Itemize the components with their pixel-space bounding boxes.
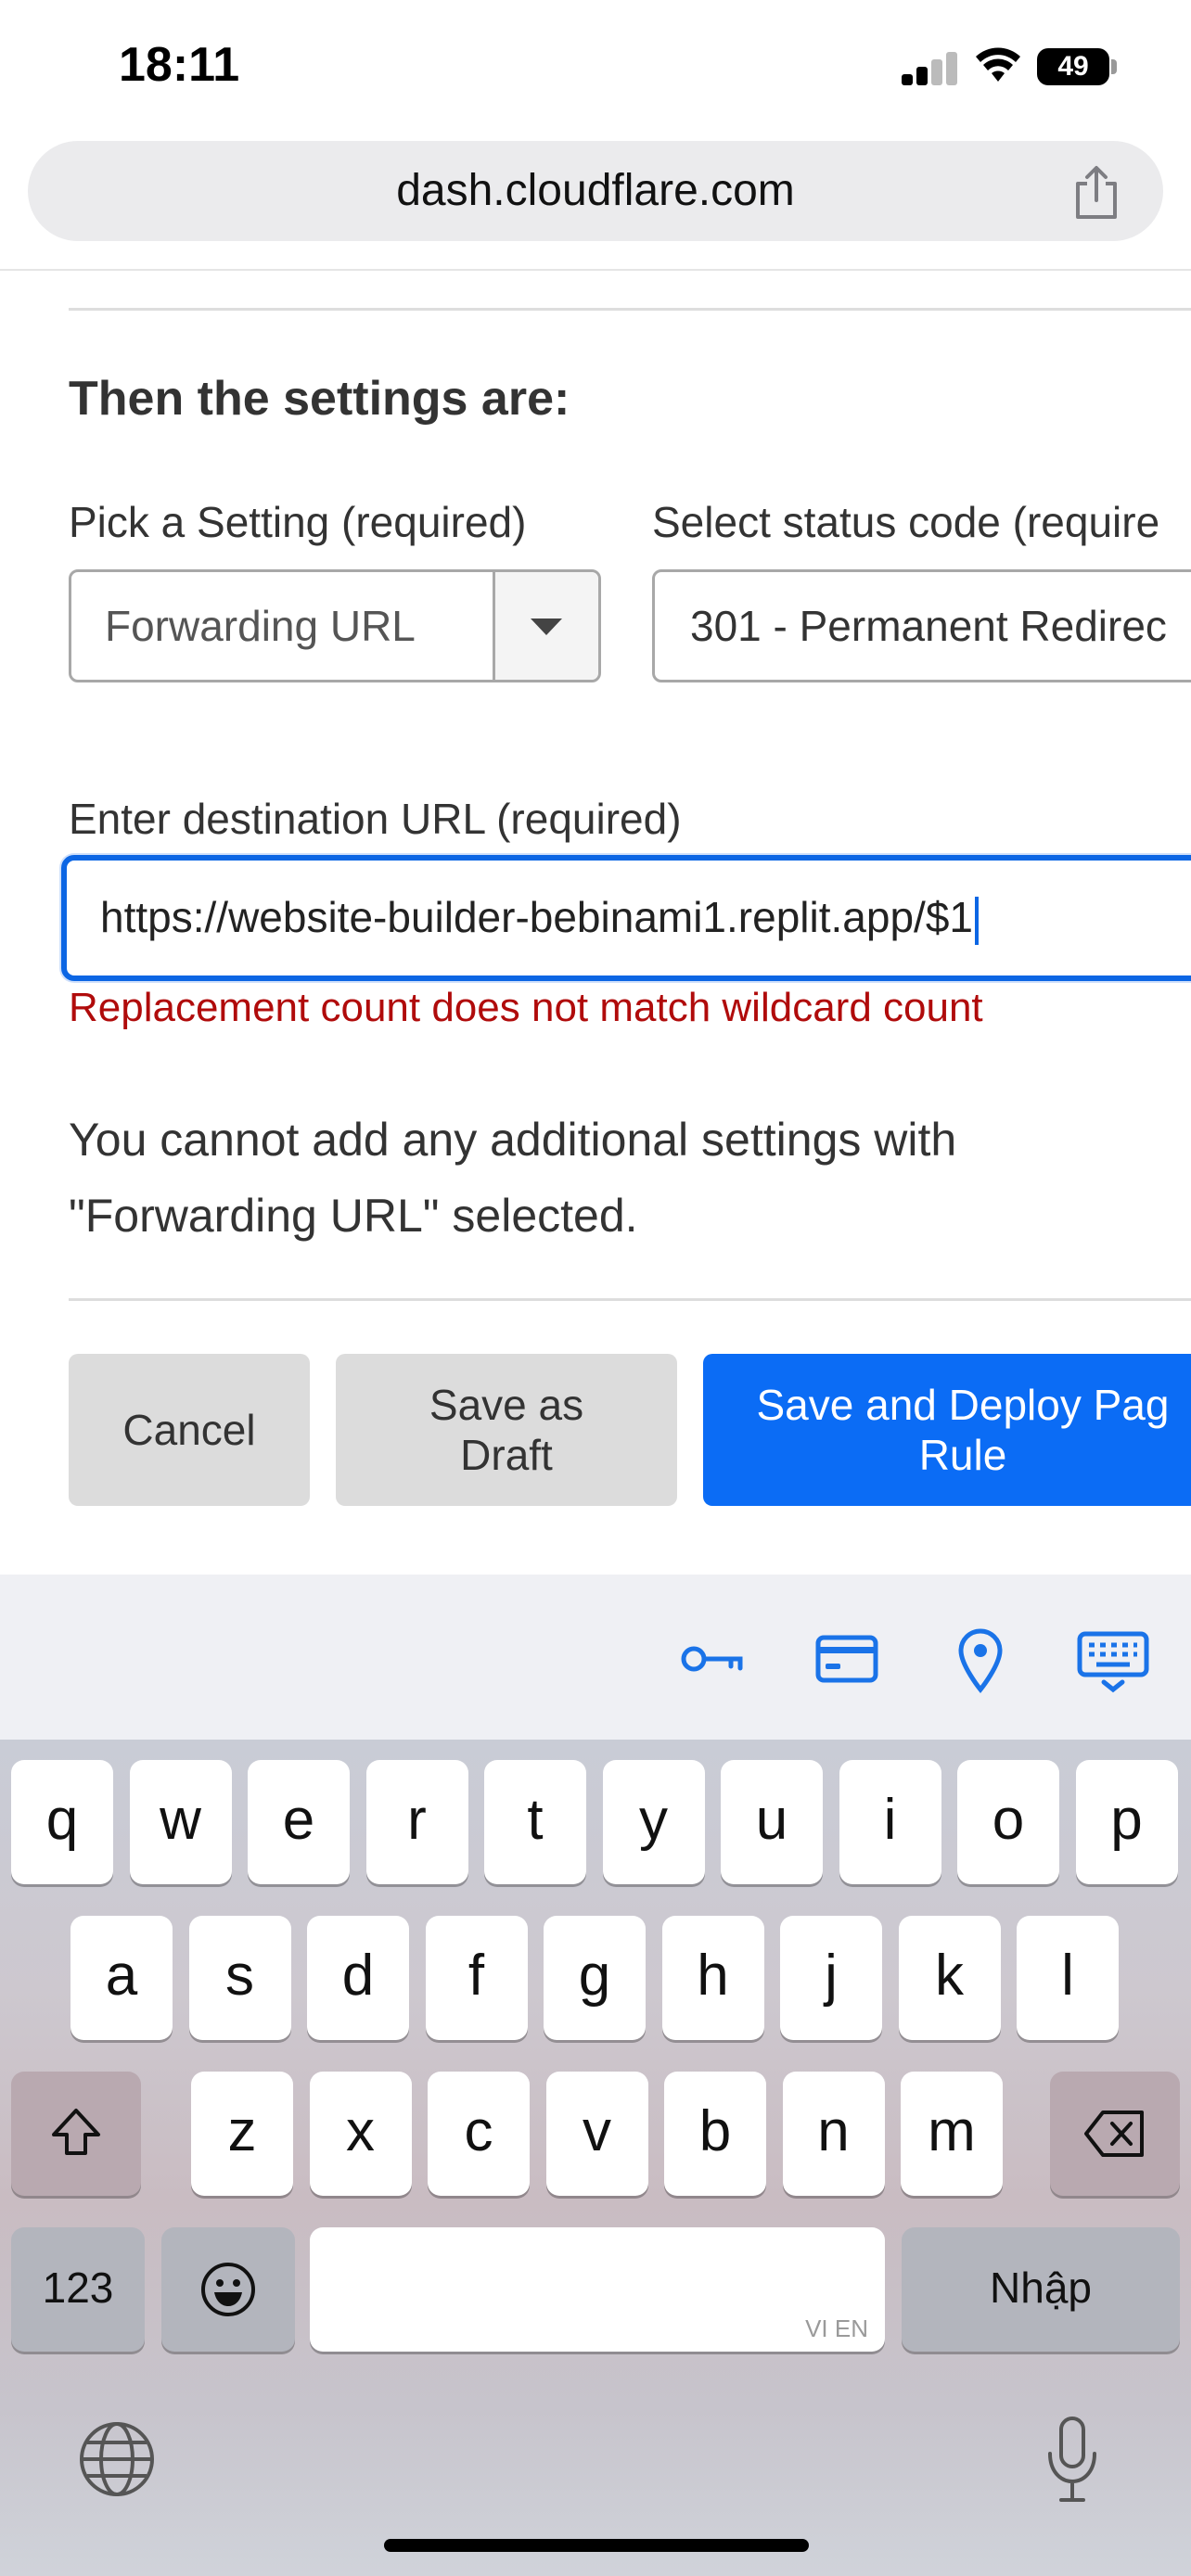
status-time: 18:11 (119, 38, 240, 92)
on-screen-keyboard: qwertyuiop asdfghjkl zxcvbnm 123 VI EN N… (0, 1740, 1191, 2576)
share-icon[interactable] (1070, 165, 1122, 221)
setting-select-toggle[interactable] (493, 572, 598, 680)
save-draft-label-line2: Draft (460, 1431, 553, 1479)
key-h[interactable]: h (661, 1916, 764, 2040)
numbers-key[interactable]: 123 (11, 2227, 145, 2352)
numbers-key-label: 123 (42, 2264, 114, 2312)
destination-url-text: https://website-builder-bebinami1.replit… (100, 893, 973, 941)
status-code-label: Select status code (require (652, 498, 1160, 546)
destination-url-value[interactable]: https://website-builder-bebinami1.replit… (100, 861, 979, 974)
save-and-deploy-button[interactable]: Save and Deploy Pag Rule (703, 1354, 1191, 1506)
location-pin-icon[interactable] (946, 1625, 1015, 1693)
key-w[interactable]: w (129, 1760, 232, 1884)
key-v[interactable]: v (545, 2072, 648, 2196)
key-u[interactable]: u (721, 1760, 823, 1884)
return-key[interactable]: Nhập (902, 2227, 1180, 2352)
emoji-key[interactable] (161, 2227, 295, 2352)
wifi-icon (976, 47, 1020, 82)
backspace-icon (1084, 2111, 1144, 2157)
key-e[interactable]: e (248, 1760, 350, 1884)
autofill-bar (0, 1575, 1191, 1740)
key-c[interactable]: c (428, 2072, 530, 2196)
globe-icon[interactable] (78, 2420, 156, 2498)
key-t[interactable]: t (484, 1760, 586, 1884)
setting-select-value: Forwarding URL (105, 602, 416, 650)
key-z[interactable]: z (191, 2072, 293, 2196)
save-as-draft-button[interactable]: Save as Draft (336, 1354, 677, 1506)
validation-error: Replacement count does not match wildcar… (69, 985, 983, 1030)
buttons-divider (69, 1298, 1191, 1301)
cancel-button-label: Cancel (122, 1406, 256, 1454)
address-bar[interactable]: dash.cloudflare.com (28, 141, 1163, 241)
key-p[interactable]: p (1075, 1760, 1178, 1884)
shift-icon (52, 2109, 100, 2155)
status-bar: 18:11 49 (0, 0, 1191, 130)
backspace-key[interactable] (1050, 2072, 1180, 2196)
key-x[interactable]: x (309, 2072, 412, 2196)
space-language-tag: VI EN (805, 2315, 868, 2342)
deploy-label-line1: Save and Deploy Pag (756, 1381, 1170, 1429)
key-k[interactable]: k (898, 1916, 1001, 2040)
battery-tip (1111, 59, 1117, 74)
key-y[interactable]: y (602, 1760, 705, 1884)
url-text[interactable]: dash.cloudflare.com (28, 141, 1163, 241)
setting-select[interactable]: Forwarding URL (69, 569, 601, 682)
shift-key[interactable] (11, 2072, 141, 2196)
key-n[interactable]: n (782, 2072, 885, 2196)
credit-card-icon[interactable] (813, 1625, 881, 1693)
text-caret (974, 896, 979, 945)
key-l[interactable]: l (1017, 1916, 1119, 2040)
settings-heading: Then the settings are: (69, 372, 570, 426)
toolbar-divider (0, 269, 1191, 271)
key-f[interactable]: f (425, 1916, 528, 2040)
section-divider (69, 308, 1191, 311)
key-b[interactable]: b (664, 2072, 766, 2196)
home-indicator (384, 2539, 809, 2552)
key-s[interactable]: s (188, 1916, 291, 2040)
key-d[interactable]: d (307, 1916, 409, 2040)
battery-icon: 49 (1037, 48, 1109, 85)
keyboard-icon[interactable] (1076, 1625, 1150, 1693)
destination-label: Enter destination URL (required) (69, 795, 682, 843)
cancel-button[interactable]: Cancel (69, 1354, 310, 1506)
key-i[interactable]: i (839, 1760, 941, 1884)
space-key[interactable]: VI EN (310, 2227, 885, 2352)
status-code-select[interactable]: 301 - Permanent Redirec (652, 569, 1191, 682)
settings-info-text: You cannot add any additional settings w… (69, 1114, 957, 1242)
key-o[interactable]: o (957, 1760, 1059, 1884)
key-m[interactable]: m (901, 2072, 1003, 2196)
key-q[interactable]: q (11, 1760, 113, 1884)
key-g[interactable]: g (544, 1916, 646, 2040)
key-j[interactable]: j (780, 1916, 882, 2040)
setting-label: Pick a Setting (required) (69, 498, 527, 546)
save-draft-label-line1: Save as (429, 1381, 584, 1429)
microphone-icon[interactable] (1043, 2415, 1102, 2504)
status-code-value: 301 - Permanent Redirec (690, 602, 1167, 650)
deploy-label-line2: Rule (918, 1431, 1007, 1479)
key-r[interactable]: r (365, 1760, 468, 1884)
key-a[interactable]: a (70, 1916, 173, 2040)
cellular-signal-icon (902, 52, 959, 85)
destination-url-input[interactable]: https://website-builder-bebinami1.replit… (61, 855, 1191, 981)
key-icon[interactable] (677, 1625, 746, 1693)
return-key-label: Nhập (990, 2264, 1092, 2312)
dropdown-arrow-icon (531, 618, 562, 635)
emoji-icon (201, 2263, 255, 2316)
